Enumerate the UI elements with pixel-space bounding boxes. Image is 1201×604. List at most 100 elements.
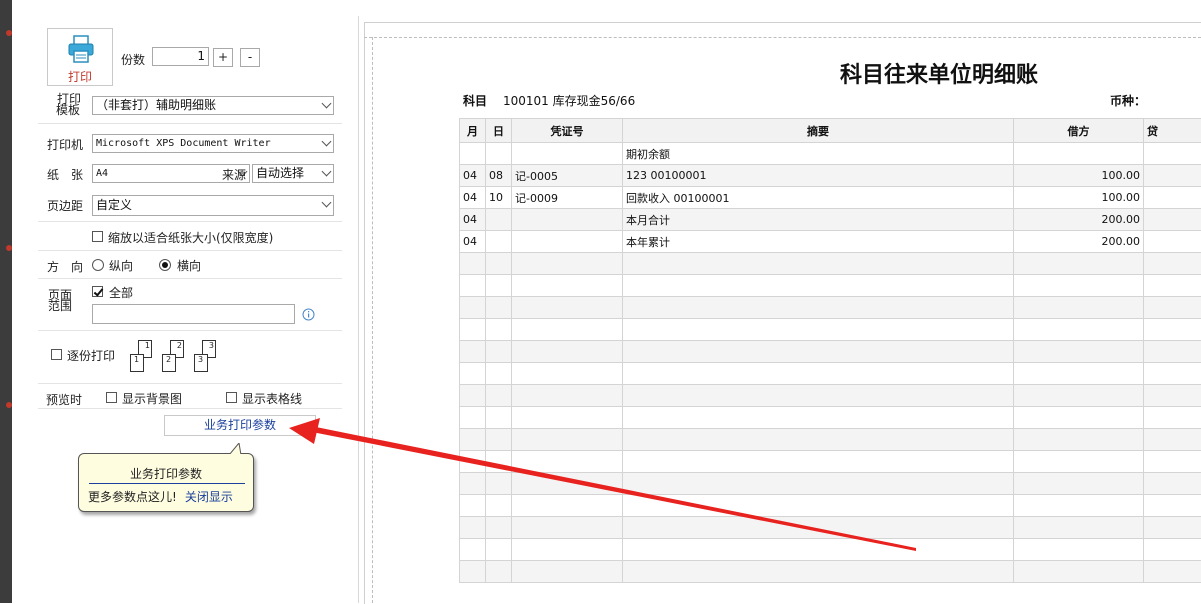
copies-minus-button[interactable]: - bbox=[240, 48, 260, 67]
cell-voucher bbox=[512, 209, 623, 231]
info-icon[interactable] bbox=[302, 308, 315, 321]
col-header-summary: 摘要 bbox=[623, 119, 1014, 143]
cell-summary: 期初余额 bbox=[623, 143, 1014, 165]
col-header-voucher: 凭证号 bbox=[512, 119, 623, 143]
show-gridlines-checkbox[interactable] bbox=[226, 392, 237, 403]
collate-label: 逐份打印 bbox=[67, 347, 115, 364]
panel-divider bbox=[358, 16, 359, 603]
show-background-label: 显示背景图 bbox=[122, 390, 182, 407]
table-row bbox=[460, 451, 1201, 473]
cell-credit bbox=[1144, 143, 1201, 165]
page-stack-icon: 3 bbox=[194, 354, 208, 372]
page-range-label: 页面 范围 bbox=[48, 290, 72, 312]
tooltip-title: 业务打印参数 bbox=[79, 465, 253, 482]
page-range-input[interactable] bbox=[92, 304, 295, 324]
source-select[interactable]: 自动选择 bbox=[252, 164, 334, 183]
template-label-line2: 模板 bbox=[56, 105, 81, 116]
col-header-credit: 贷 bbox=[1144, 119, 1201, 143]
row-separator bbox=[38, 221, 342, 222]
fit-to-paper-checkbox[interactable] bbox=[92, 231, 103, 242]
cell-month bbox=[460, 143, 486, 165]
business-print-params-button[interactable]: 业务打印参数 bbox=[164, 415, 316, 436]
collate-checkbox[interactable] bbox=[51, 349, 62, 360]
cell-voucher: 记-0009 bbox=[512, 187, 623, 209]
all-pages-label: 全部 bbox=[109, 284, 133, 301]
cell-voucher bbox=[512, 231, 623, 253]
row-separator bbox=[38, 278, 342, 279]
cell-month: 04 bbox=[460, 209, 486, 231]
template-select[interactable]: （非套打）辅助明细账 bbox=[92, 96, 334, 115]
page-margin-guide bbox=[372, 37, 373, 603]
chevron-down-icon bbox=[322, 137, 332, 147]
preview-label: 预览时 bbox=[46, 391, 82, 408]
tooltip-body: 更多参数点这儿!关闭显示 bbox=[88, 488, 233, 505]
all-pages-checkbox[interactable] bbox=[92, 286, 103, 297]
show-background-checkbox[interactable] bbox=[106, 392, 117, 403]
printer-select-value: Microsoft XPS Document Writer bbox=[96, 138, 271, 149]
table-row bbox=[460, 561, 1201, 583]
cell-month: 04 bbox=[460, 187, 486, 209]
cell-day bbox=[486, 143, 512, 165]
margin-label: 页边距 bbox=[47, 197, 83, 214]
landscape-label: 横向 bbox=[177, 257, 201, 274]
landscape-radio[interactable] bbox=[159, 259, 171, 271]
cell-debit: 200.00 bbox=[1014, 209, 1144, 231]
close-display-link[interactable]: 关闭显示 bbox=[185, 490, 233, 504]
cell-day bbox=[486, 209, 512, 231]
table-row: 期初余额 bbox=[460, 143, 1201, 165]
table-row bbox=[460, 297, 1201, 319]
col-header-day: 日 bbox=[486, 119, 512, 143]
cell-month: 04 bbox=[460, 165, 486, 187]
col-header-debit: 借方 bbox=[1014, 119, 1144, 143]
print-button-label: 打印 bbox=[48, 68, 112, 85]
cell-credit bbox=[1144, 165, 1201, 187]
subject-label: 科目 bbox=[463, 92, 487, 109]
source-label: 来源 bbox=[222, 166, 246, 183]
cell-credit bbox=[1144, 187, 1201, 209]
print-button[interactable]: 打印 bbox=[47, 28, 113, 86]
margin-select[interactable]: 自定义 bbox=[92, 195, 334, 216]
table-row: 0410记-0009回款收入 00100001100.00 bbox=[460, 187, 1201, 209]
table-row bbox=[460, 495, 1201, 517]
table-row bbox=[460, 473, 1201, 495]
col-header-month: 月 bbox=[460, 119, 486, 143]
cell-day bbox=[486, 231, 512, 253]
ledger-table: 月 日 凭证号 摘要 借方 贷 期初余额 0408记-0005123 00100… bbox=[459, 118, 1201, 583]
cell-day: 08 bbox=[486, 165, 512, 187]
template-select-value: （非套打）辅助明细账 bbox=[96, 98, 216, 112]
paper-label: 纸 张 bbox=[47, 166, 83, 183]
tooltip-underline bbox=[89, 483, 245, 484]
portrait-radio[interactable] bbox=[92, 259, 104, 271]
ledger-header-row: 月 日 凭证号 摘要 借方 贷 bbox=[460, 119, 1201, 143]
table-row: 04本年累计200.00 bbox=[460, 231, 1201, 253]
page-stack-icon: 2 bbox=[162, 354, 176, 372]
copies-label: 份数 bbox=[121, 51, 145, 68]
chevron-down-icon bbox=[322, 198, 332, 208]
row-separator bbox=[38, 123, 342, 124]
table-row: 04本月合计200.00 bbox=[460, 209, 1201, 231]
currency-label: 币种： bbox=[1110, 92, 1146, 109]
cell-debit: 100.00 bbox=[1014, 187, 1144, 209]
template-label: 打印 模板 bbox=[57, 94, 81, 116]
table-row bbox=[460, 341, 1201, 363]
portrait-label: 纵向 bbox=[109, 257, 133, 274]
cell-summary: 本年累计 bbox=[623, 231, 1014, 253]
table-row bbox=[460, 385, 1201, 407]
cell-month: 04 bbox=[460, 231, 486, 253]
paper-select-value: A4 bbox=[96, 168, 108, 179]
table-row bbox=[460, 429, 1201, 451]
printer-select[interactable]: Microsoft XPS Document Writer bbox=[92, 134, 334, 153]
row-separator bbox=[38, 250, 342, 251]
chevron-down-icon bbox=[322, 167, 332, 177]
printer-label: 打印机 bbox=[47, 136, 83, 153]
row-separator bbox=[38, 383, 342, 384]
cell-day: 10 bbox=[486, 187, 512, 209]
orientation-label: 方 向 bbox=[47, 258, 83, 275]
table-row bbox=[460, 363, 1201, 385]
cell-credit bbox=[1144, 231, 1201, 253]
table-row bbox=[460, 517, 1201, 539]
copies-plus-button[interactable]: + bbox=[213, 48, 233, 67]
table-row bbox=[460, 539, 1201, 561]
collate-illustration: 1 1 2 2 3 3 bbox=[128, 338, 220, 378]
copies-input[interactable]: 1 bbox=[152, 47, 209, 66]
